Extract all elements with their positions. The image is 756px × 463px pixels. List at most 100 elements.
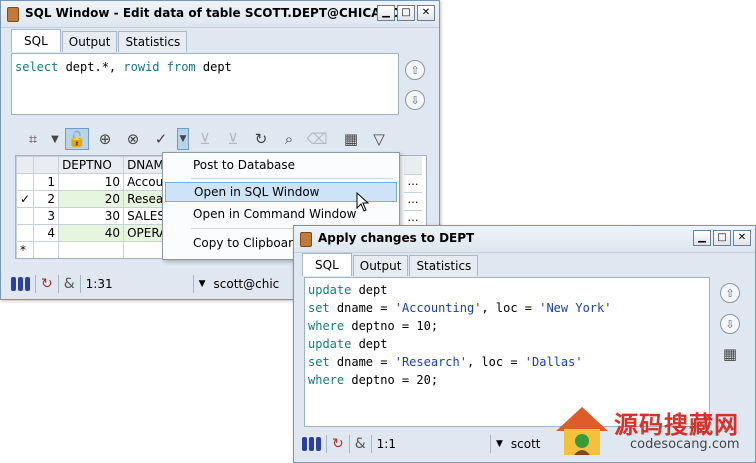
delete-record-button[interactable]: ⊗ [121,128,145,150]
menu-item-label: Open in Command Window [193,207,357,221]
row-number: 4 [33,224,60,242]
clear-button[interactable]: ⌫ [305,128,329,150]
binoculars-icon: ⌕ [284,130,294,148]
ellipsis-button[interactable]: … [404,193,422,211]
fetch-last-button[interactable]: ⊻ [221,128,245,150]
apply-changes-titlebar[interactable]: Apply changes to DEPT ▁ □ ✕ [294,226,755,253]
sql-text: deptno = 10; [344,319,439,333]
refresh-status-icon[interactable]: ↻ [41,276,53,292]
sql-string: 'Accounting' [394,301,482,315]
sql-line: where deptno = 10; [308,317,706,335]
query-by-example-button[interactable]: ⌗ [21,128,45,150]
minimize-button[interactable]: ▁ [693,230,711,246]
close-icon: ✕ [737,232,747,243]
grid-header-deptno[interactable]: DEPTNO [58,156,125,174]
tab-statistics[interactable]: Statistics [118,31,188,52]
menu-item-post-to-database[interactable]: Post to Database [165,155,397,175]
cell-deptno[interactable]: 20 [58,190,125,208]
arrow-up-icon: ⇧ [410,63,420,77]
table-row[interactable]: 1 10 Accoun [16,173,182,191]
edit-data-lock-button[interactable]: 🔓 [65,128,89,150]
house-logo-icon [556,407,608,455]
table-row[interactable]: 4 40 OPERAT [16,224,182,242]
sql-keyword: update [308,337,352,351]
tab-output[interactable]: Output [352,255,409,276]
tab-sql[interactable]: SQL [302,253,352,276]
sql-window-title: SQL Window - Edit data of table SCOTT.DE… [25,6,401,20]
sql-text: dname = [329,301,395,315]
tab-sql[interactable]: SQL [11,29,61,52]
refresh-status-icon[interactable]: ↻ [332,436,344,452]
menu-item-label: Post to Database [193,158,296,172]
connection-dropdown-icon[interactable]: ▼ [496,439,503,449]
close-button[interactable]: ✕ [733,230,751,246]
sql-keyword: where [308,319,345,333]
sql-string: 'Dallas' [524,355,583,369]
cell-deptno[interactable]: 40 [58,224,125,242]
insert-record-button[interactable]: ⊕ [93,128,117,150]
maximize-icon: □ [717,232,727,243]
cell-deptno[interactable]: 10 [58,173,125,191]
arrow-down-icon: ⇩ [410,93,420,107]
previous-button[interactable]: ⇧ [720,283,740,303]
tab-output[interactable]: Output [61,31,118,52]
toolbar-menu-button[interactable]: ▽ [367,128,391,150]
sql-text: dept [195,60,232,74]
find-button[interactable]: ⌕ [277,128,301,150]
maximize-button[interactable]: □ [397,5,415,21]
previous-button[interactable]: ⇧ [405,60,425,80]
minimize-button[interactable]: ▁ [377,5,395,21]
maximize-button[interactable]: □ [713,230,731,246]
sql-editor[interactable]: select dept.*, rowid from dept [11,53,399,115]
table-row[interactable]: ✓ 2 20 Researc [16,190,182,208]
cell-deptno-empty[interactable] [58,241,125,258]
sql-window-titlebar[interactable]: SQL Window - Edit data of table SCOTT.DE… [1,1,439,28]
ampersand-icon[interactable]: & [64,276,75,292]
close-button[interactable]: ✕ [417,5,435,21]
close-icon: ✕ [421,7,431,18]
sql-line: update dept [308,335,706,353]
connection-label[interactable]: scott@chic [214,277,280,291]
table-view-button[interactable]: ▦ [718,343,742,365]
maximize-icon: □ [401,7,411,18]
post-changes-button[interactable]: ✓ [149,128,173,150]
tab-statistics[interactable]: Statistics [409,255,479,276]
arrow-bottom-circle-icon: ⊻ [227,130,239,148]
new-row-marker: * [16,241,35,258]
next-button[interactable]: ⇩ [720,314,740,334]
arrow-down-icon: ⇩ [725,317,735,331]
single-record-view-button[interactable]: ▦ [339,128,363,150]
connection-label[interactable]: scott [511,437,541,451]
dropdown-arrow-button[interactable]: ▼ [49,128,61,150]
watermark-title: 源码搜藏网 [614,411,739,439]
grid-settings-icon: ⌗ [28,130,38,148]
mouse-cursor-icon [356,192,370,212]
row-number: 2 [33,190,60,208]
sql-keyword: update [308,283,352,297]
cell-deptno[interactable]: 30 [58,207,125,225]
minimize-icon: ▁ [382,7,390,18]
ampersand-icon[interactable]: & [355,436,366,452]
sql-string: 'Research' [394,355,467,369]
apply-changes-title: Apply changes to DEPT [318,231,475,245]
fetch-next-button[interactable]: ⊻ [193,128,217,150]
eraser-icon: ⌫ [306,130,328,148]
grid-header [33,156,60,174]
sql-keyword: rowid [123,60,160,74]
grid-header [16,156,35,174]
table-row-new[interactable]: * [16,241,182,258]
row-number: 1 [33,173,60,191]
unlock-icon: 🔓 [67,130,87,148]
next-button[interactable]: ⇩ [405,90,425,110]
row-check [16,173,35,191]
connection-dropdown-icon[interactable]: ▼ [199,279,206,289]
plus-circle-icon: ⊕ [98,130,112,148]
refresh-button[interactable]: ↻ [249,128,273,150]
sql-keyword: from [166,60,196,74]
post-dropdown-button[interactable]: ▼ [177,128,189,150]
ellipsis-button[interactable]: … [404,175,422,193]
table-row[interactable]: 3 30 SALES [16,207,182,225]
sql-line: where deptno = 20; [308,371,706,389]
sql-string: 'New York' [539,301,612,315]
